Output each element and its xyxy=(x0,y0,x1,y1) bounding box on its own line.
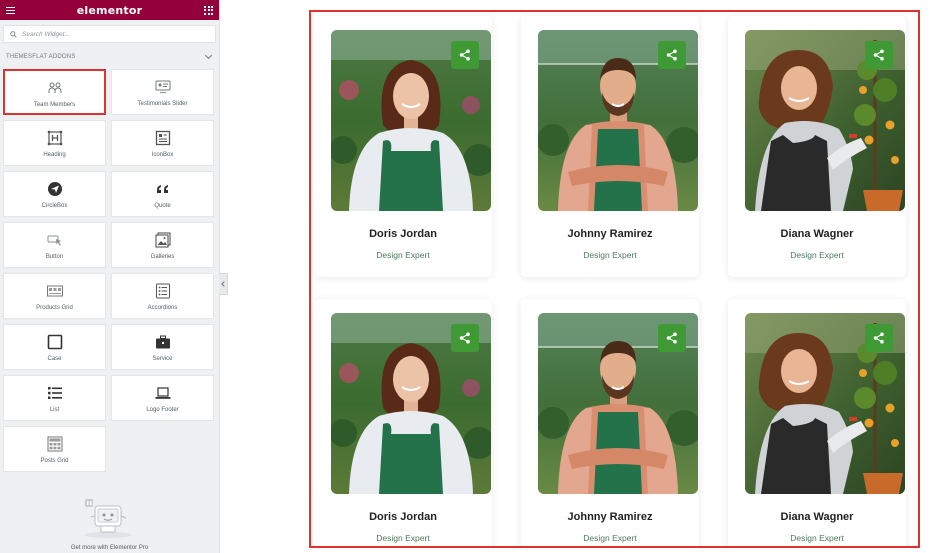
widget-quote[interactable]: Quote xyxy=(111,171,214,217)
share-button[interactable] xyxy=(451,41,479,69)
button-icon xyxy=(47,235,61,246)
team-card[interactable]: Doris Jordan Design Expert xyxy=(314,16,492,277)
accordions-icon xyxy=(155,283,170,299)
widget-testimonials-slider[interactable]: Testimonials Slider xyxy=(111,69,214,115)
member-photo xyxy=(331,313,491,494)
member-role: Design Expert xyxy=(790,250,844,260)
widget-label: Heading xyxy=(43,152,66,158)
widget-logo-footer[interactable]: Logo Footer xyxy=(111,375,214,421)
search-icon xyxy=(10,30,17,38)
logo-footer-icon xyxy=(155,387,170,399)
widget-label: Quote xyxy=(154,203,171,209)
member-photo xyxy=(745,30,905,211)
member-name: Johnny Ramirez xyxy=(567,511,653,523)
pro-robot-illustration xyxy=(84,499,132,538)
widget-label: Case xyxy=(47,356,62,362)
promo-text: Get more with Elementor Pro xyxy=(70,545,149,551)
canvas-selection-frame: Doris Jordan Design Expert Johnny Ramire… xyxy=(309,10,920,548)
share-button[interactable] xyxy=(658,41,686,69)
widget-list[interactable]: List xyxy=(3,375,106,421)
member-photo xyxy=(538,30,698,211)
list-icon xyxy=(47,387,62,399)
widget-label: Testimonials Slider xyxy=(137,101,188,107)
heading-icon xyxy=(47,130,62,146)
team-card[interactable]: Diana Wagner Design Expert xyxy=(728,299,906,546)
member-name: Johnny Ramirez xyxy=(567,228,653,240)
member-name: Diana Wagner xyxy=(780,228,854,240)
member-name: Diana Wagner xyxy=(780,511,854,523)
widget-products-grid[interactable]: Products Grid xyxy=(3,273,106,319)
member-role: Design Expert xyxy=(583,250,637,260)
widget-button[interactable]: Button xyxy=(3,222,106,268)
widget-team-members[interactable]: Team Members xyxy=(3,69,106,115)
widget-posts-grid[interactable]: Posts Grid xyxy=(3,426,106,472)
widget-galleries[interactable]: Galleries xyxy=(111,222,214,268)
case-icon xyxy=(47,334,62,350)
share-button[interactable] xyxy=(658,324,686,352)
widget-label: Accordions xyxy=(147,305,178,311)
member-photo xyxy=(745,313,905,494)
widget-iconbox[interactable]: IconBox xyxy=(111,120,214,166)
widget-case[interactable]: Case xyxy=(3,324,106,370)
team-card[interactable]: Diana Wagner Design Expert xyxy=(728,16,906,277)
elementor-panel: elementor THEMESFLAT ADDONS Team Members… xyxy=(0,0,220,553)
quote-icon xyxy=(156,185,168,193)
widget-label: Galleries xyxy=(150,254,175,260)
team-card[interactable]: Johnny Ramirez Design Expert xyxy=(521,299,699,546)
widget-grid: Team Members Testimonials Slider Heading… xyxy=(3,69,215,472)
section-title: THEMESFLAT ADDONS xyxy=(6,54,76,60)
member-role: Design Expert xyxy=(376,250,430,260)
posts-grid-icon xyxy=(47,436,62,452)
team-members-icon xyxy=(48,82,61,93)
widget-label: CircleBox xyxy=(41,203,68,209)
widget-accordions[interactable]: Accordions xyxy=(111,273,214,319)
member-photo xyxy=(331,30,491,211)
widget-label: Logo Footer xyxy=(146,407,179,413)
elementor-logo: elementor xyxy=(76,3,143,17)
share-icon xyxy=(666,332,677,344)
share-icon xyxy=(459,49,470,61)
team-card[interactable]: Johnny Ramirez Design Expert xyxy=(521,16,699,277)
chevron-left-icon xyxy=(221,281,227,287)
widgets-grid-icon[interactable] xyxy=(204,5,213,15)
widget-circlebox[interactable]: CircleBox xyxy=(3,171,106,217)
widget-heading[interactable]: Heading xyxy=(3,120,106,166)
hamburger-menu-icon[interactable] xyxy=(6,6,15,14)
member-name: Doris Jordan xyxy=(369,228,437,240)
member-role: Design Expert xyxy=(790,533,844,543)
widget-label: Button xyxy=(45,254,64,260)
testimonials-slider-icon xyxy=(155,80,170,94)
widget-label: Posts Grid xyxy=(40,458,69,464)
widget-label: Service xyxy=(152,356,173,362)
widget-label: Team Members xyxy=(33,102,76,108)
widget-label: IconBox xyxy=(151,152,174,158)
member-role: Design Expert xyxy=(376,533,430,543)
widget-search-box[interactable] xyxy=(3,25,216,43)
member-name: Doris Jordan xyxy=(369,511,437,523)
share-button[interactable] xyxy=(865,41,893,69)
share-icon xyxy=(666,49,677,61)
search-input[interactable] xyxy=(22,30,182,38)
member-photo xyxy=(538,313,698,494)
products-grid-icon xyxy=(46,285,63,297)
section-header-themesflat[interactable]: THEMESFLAT ADDONS xyxy=(0,51,219,62)
circlebox-icon xyxy=(47,182,62,196)
service-icon xyxy=(155,335,170,349)
panel-header: elementor xyxy=(0,0,219,20)
team-card[interactable]: Doris Jordan Design Expert xyxy=(314,299,492,546)
widget-service[interactable]: Service xyxy=(111,324,214,370)
share-button[interactable] xyxy=(865,324,893,352)
share-icon xyxy=(873,332,884,344)
share-icon xyxy=(459,332,470,344)
share-icon xyxy=(873,49,884,61)
share-button[interactable] xyxy=(451,324,479,352)
iconbox-icon xyxy=(155,130,170,146)
widget-label: List xyxy=(49,407,60,413)
member-role: Design Expert xyxy=(583,533,637,543)
galleries-icon xyxy=(154,232,171,248)
chevron-down-icon[interactable] xyxy=(204,51,213,60)
panel-collapse-toggle[interactable] xyxy=(219,273,228,295)
widget-label: Products Grid xyxy=(36,305,73,311)
